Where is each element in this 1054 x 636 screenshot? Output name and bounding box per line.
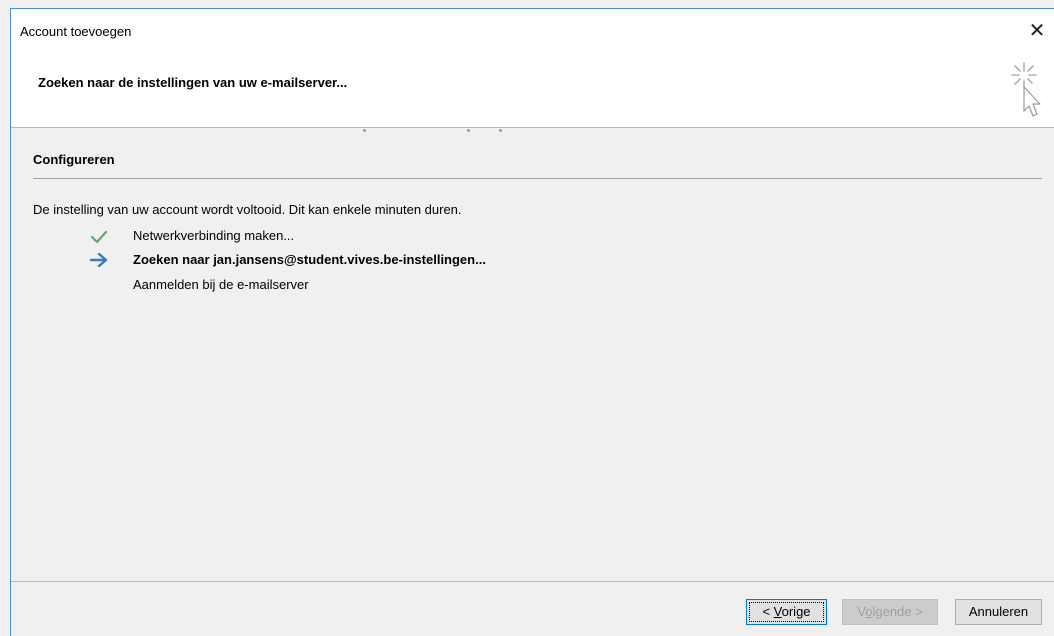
header-title: Zoeken naar de instellingen van uw e-mai…	[38, 75, 348, 90]
close-icon: ✕	[1028, 20, 1046, 42]
wizard-header: Zoeken naar de instellingen van uw e-mai…	[11, 51, 1054, 128]
step-sign-in: Aanmelden bij de e-mailserver	[133, 277, 309, 292]
cancel-button[interactable]: Annuleren	[955, 599, 1042, 625]
title-bar: Account toevoegen ✕	[11, 9, 1054, 51]
close-button[interactable]: ✕	[1020, 17, 1054, 45]
step-search-settings: Zoeken naar jan.jansens@student.vives.be…	[133, 252, 486, 267]
arrow-right-icon	[89, 252, 108, 268]
previous-button[interactable]: < Vorige	[746, 599, 827, 625]
progress-dot	[499, 129, 502, 132]
progress-dot	[363, 129, 366, 132]
intro-text: De instelling van uw account wordt volto…	[33, 202, 462, 217]
section-divider	[33, 178, 1042, 179]
progress-dot	[467, 129, 470, 132]
focus-ring	[749, 602, 824, 622]
footer-divider	[11, 581, 1054, 582]
add-account-dialog: Account toevoegen ✕ Zoeken naar de inste…	[10, 8, 1054, 636]
step-network: Netwerkverbinding maken...	[133, 228, 295, 243]
section-title: Configureren	[33, 152, 115, 167]
checkmark-icon	[90, 230, 108, 244]
sparkle-cursor-icon	[1011, 62, 1041, 117]
next-button[interactable]: Volgende >	[842, 599, 938, 625]
window-title: Account toevoegen	[20, 24, 132, 39]
next-label-rest: lgende >	[872, 604, 923, 619]
